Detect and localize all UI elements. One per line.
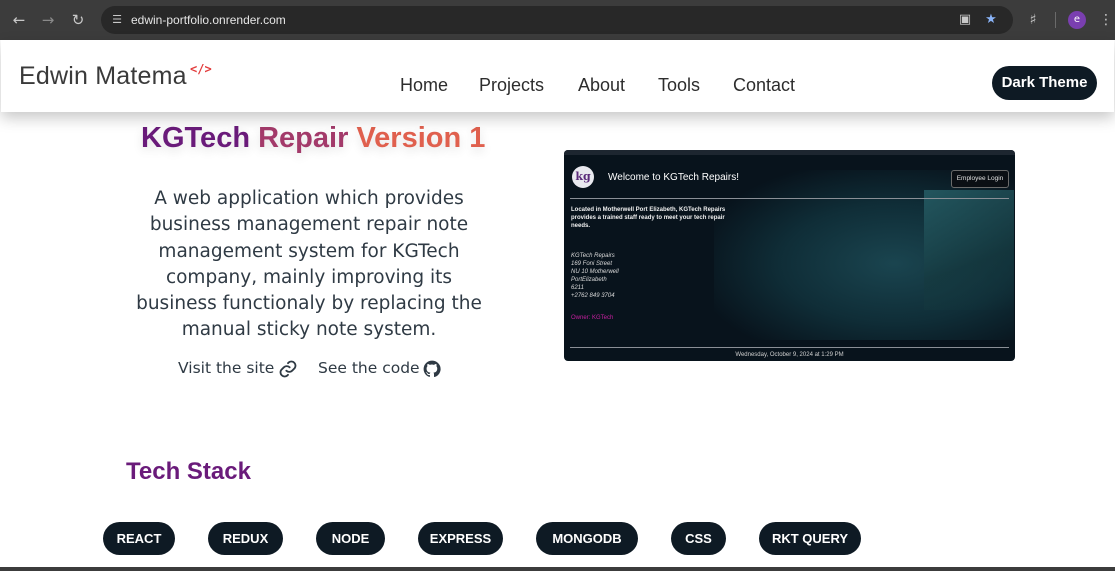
nav-projects[interactable]: Projects — [479, 75, 544, 96]
link-icon[interactable] — [277, 359, 299, 379]
profile-avatar[interactable]: e — [1068, 11, 1086, 29]
preview-topbar — [564, 150, 1015, 155]
preview-date: Wednesday, October 9, 2024 at 1:29 PM — [735, 352, 844, 358]
visit-site-link[interactable]: Visit the site — [178, 359, 274, 377]
tech-pill-node: NODE — [316, 522, 385, 555]
project-preview-image: kg Welcome to KGTech Repairs! Employee L… — [564, 150, 1015, 361]
tech-pill-rkt-query: RKT QUERY — [759, 522, 861, 555]
reload-icon[interactable]: ↻ — [67, 9, 89, 31]
preview-divider — [570, 198, 1009, 199]
preview-employee-login: Employee Login — [951, 170, 1009, 188]
tech-pill-mongodb: MONGODB — [536, 522, 638, 555]
preview-logo: kg — [572, 166, 594, 188]
tech-pill-express: EXPRESS — [418, 522, 503, 555]
browser-menu-icon[interactable]: ⋮ — [1099, 9, 1113, 31]
preview-owner: Owner: KGTech — [571, 315, 614, 321]
site-header: Edwin Matema </> Home Projects About Too… — [1, 40, 1114, 112]
toolbar-divider — [1055, 12, 1056, 28]
preview-address-line: NU 10 Motherwell — [571, 269, 619, 275]
tech-pill-css: CSS — [671, 522, 726, 555]
github-icon[interactable] — [421, 359, 443, 379]
preview-address-line: PortElizabeth — [571, 277, 607, 283]
preview-divider — [570, 347, 1009, 348]
nav-contact[interactable]: Contact — [733, 75, 795, 96]
project-title-part: KGTech — [141, 122, 251, 154]
dark-theme-button[interactable]: Dark Theme — [992, 66, 1097, 100]
bookmark-star-icon[interactable]: ★ — [982, 11, 1000, 29]
nav-tools[interactable]: Tools — [658, 75, 700, 96]
site-logo[interactable]: Edwin Matema — [19, 62, 187, 91]
tech-pill-react: REACT — [103, 522, 175, 555]
browser-toolbar: ← → ↻ ☰ edwin-portfolio.onrender.com ▣ ★… — [0, 0, 1115, 40]
tech-pill-redux: REDUX — [208, 522, 283, 555]
preview-address-line: 169 Foni Street — [571, 261, 613, 267]
install-app-icon[interactable]: ▣ — [956, 11, 974, 29]
preview-address-line: +2762 849 3704 — [571, 293, 615, 299]
preview-location: Located in Motherwell Port Elizabeth, KG… — [571, 207, 726, 229]
project-description: A web application which provides busines… — [136, 188, 482, 341]
preview-address-line: 6211 — [571, 285, 584, 291]
window-bottom-edge — [0, 567, 1115, 571]
code-tag-icon: </> — [190, 62, 212, 76]
project-title-part: Version 1 — [356, 122, 486, 154]
project-title-part: Repair — [258, 122, 349, 154]
extensions-icon[interactable]: ♯ — [1022, 9, 1044, 31]
project-title: KGTech Repair Version 1 — [141, 122, 485, 155]
back-arrow-icon[interactable]: ← — [8, 9, 30, 31]
nav-home[interactable]: Home — [400, 75, 448, 96]
preview-welcome: Welcome to KGTech Repairs! — [608, 172, 739, 183]
see-code-link[interactable]: See the code — [318, 359, 420, 377]
tech-stack-title: Tech Stack — [126, 458, 251, 485]
preview-background — [924, 190, 1014, 310]
nav-about[interactable]: About — [578, 75, 625, 96]
preview-address-line: KGTech Repairs — [571, 253, 615, 259]
site-settings-icon[interactable]: ☰ — [109, 12, 125, 28]
forward-arrow-icon[interactable]: → — [37, 9, 59, 31]
url-text[interactable]: edwin-portfolio.onrender.com — [131, 12, 286, 28]
address-bar[interactable]: ☰ edwin-portfolio.onrender.com ▣ ★ — [101, 6, 1013, 34]
